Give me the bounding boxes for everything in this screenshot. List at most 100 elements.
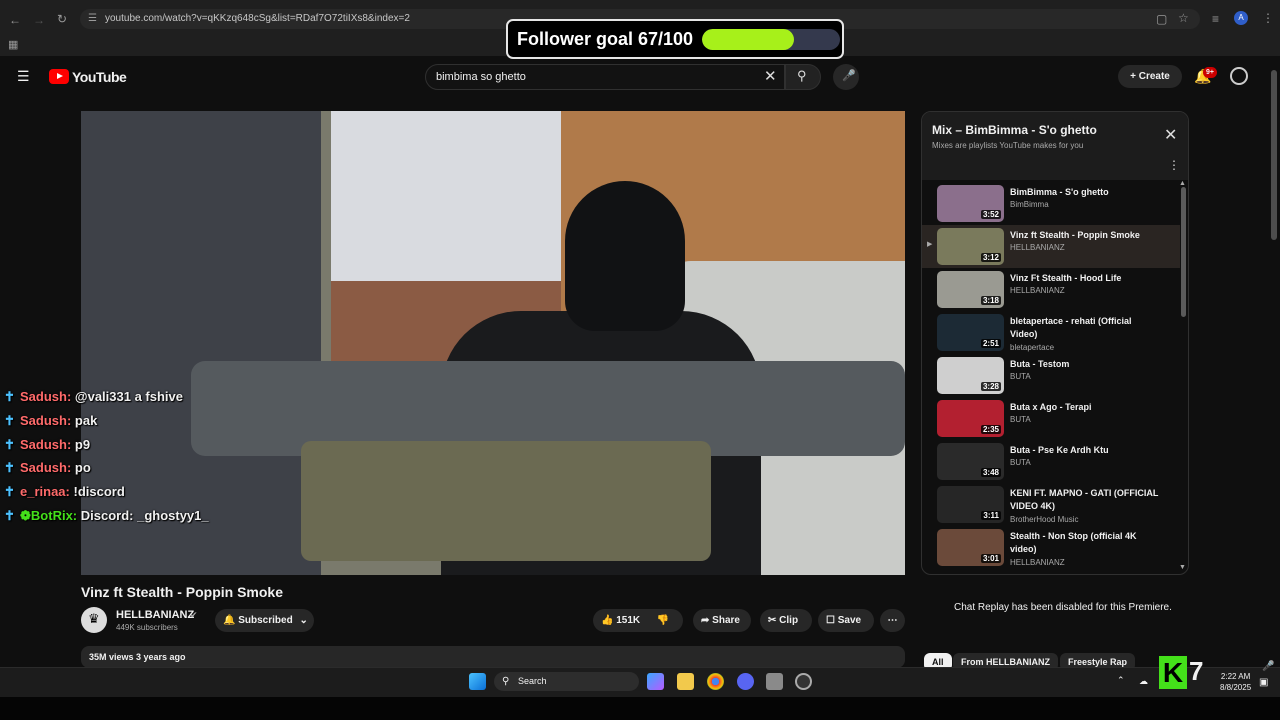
playlist-item-channel: BUTA xyxy=(1010,458,1031,467)
save-label: Save xyxy=(837,615,862,626)
playlist-item[interactable]: 3:28 Buta - Testom BUTA xyxy=(922,354,1180,397)
subscribed-button[interactable]: 🔔 Subscribed ⌄ xyxy=(215,609,314,632)
video-frame-balaclava xyxy=(565,181,685,331)
search-input[interactable]: bimbima so ghetto ✕ xyxy=(425,64,785,90)
search-button[interactable]: ⚲ xyxy=(785,64,821,90)
playlist-item-thumbnail: 3:12 xyxy=(937,228,1004,265)
playlist-item-thumbnail: 3:01 xyxy=(937,529,1004,566)
playlist-item[interactable]: 3:01 Stealth - Non Stop (official 4K vide… xyxy=(922,526,1180,569)
apps-grid-icon[interactable]: ▦ xyxy=(8,38,18,51)
playlist-item[interactable]: 3:48 Buta - Pse Ke Ardh Ktu BUTA xyxy=(922,440,1180,483)
playlist-scrollbar[interactable] xyxy=(1181,187,1186,317)
chat-text: Discord: _ghostyy1_ xyxy=(80,507,209,523)
reload-icon[interactable]: ↻ xyxy=(57,12,67,26)
playlist-item[interactable]: 3:11 KENI FT. MAPNO - GATI (OFFICIAL VIDE… xyxy=(922,483,1180,526)
playlist-item[interactable]: 2:51 bletapertace - rehati (Official Vide… xyxy=(922,311,1180,354)
chat-message: ✝ e_rinaa: !discord xyxy=(4,484,209,508)
views-and-date: 35M views 3 years ago xyxy=(89,652,186,662)
obs-icon[interactable] xyxy=(795,673,812,690)
playlist-item-title: KENI FT. MAPNO - GATI (OFFICIAL VIDEO 4K… xyxy=(1010,488,1159,511)
channel-name[interactable]: HELLBANIANZ xyxy=(116,609,194,621)
taskbar-clock[interactable]: 2:22 AM 8/8/2025 xyxy=(1220,671,1251,693)
clock-time: 2:22 AM xyxy=(1220,672,1251,681)
scroll-down-arrow-icon[interactable]: ▼ xyxy=(1179,564,1186,571)
chat-text: !discord xyxy=(73,484,125,500)
back-icon[interactable]: ← xyxy=(9,13,21,27)
sword-icon: ✝ xyxy=(4,389,15,404)
search-icon: ⚲ xyxy=(502,676,510,687)
voice-search-button[interactable]: 🎤 xyxy=(833,64,859,90)
chat-message: ✝ Sadush: @vali331 a fshive xyxy=(4,389,209,413)
chat-message: ✝ Sadush: pak xyxy=(4,413,209,437)
playlist-subtitle: Mixes are playlists YouTube makes for yo… xyxy=(932,141,1084,150)
playlist-item[interactable]: ▶ 3:12 Vinz ft Stealth - Poppin Smoke HELLB… xyxy=(922,225,1180,268)
sword-icon: ✝ xyxy=(4,460,15,476)
taskbar-search-label: Search xyxy=(518,676,547,686)
windows-start-icon[interactable] xyxy=(469,673,486,690)
more-horizontal-icon: ⋯ xyxy=(887,615,898,626)
search-query: bimbima so ghetto xyxy=(436,71,526,83)
playlist-item-title: Vinz Ft Stealth - Hood Life xyxy=(1010,273,1122,283)
playlist-item-duration: 2:35 xyxy=(980,425,1001,434)
chat-text: pak xyxy=(74,412,98,428)
playlist-item-duration: 3:11 xyxy=(981,511,1001,520)
dislike-button[interactable]: 👎 xyxy=(657,615,669,626)
account-avatar[interactable] xyxy=(1230,67,1248,85)
chrome-icon[interactable] xyxy=(707,673,724,690)
file-explorer-icon[interactable] xyxy=(677,673,694,690)
profile-avatar[interactable]: A xyxy=(1234,11,1248,25)
forward-icon[interactable]: → xyxy=(33,13,45,27)
description-box[interactable]: 35M views 3 years ago xyxy=(81,646,905,668)
create-button[interactable]: + Create xyxy=(1118,65,1182,88)
playlist-item-channel: bletapertace xyxy=(1010,343,1055,352)
like-button[interactable]: 👍 151K xyxy=(601,615,640,626)
menu-kebab-icon[interactable]: ⋮ xyxy=(1262,11,1274,25)
onedrive-cloud-icon[interactable]: ☁ xyxy=(1139,676,1148,687)
youtube-logo-text[interactable]: YouTube xyxy=(72,69,127,85)
share-button[interactable]: ➦ Share xyxy=(693,609,751,632)
hamburger-menu-icon[interactable]: ☰ xyxy=(17,68,31,85)
page-scrollbar[interactable] xyxy=(1271,70,1277,240)
save-button[interactable]: ☐ Save xyxy=(818,609,874,632)
chat-message: ✝ Sadush: p9 xyxy=(4,437,209,461)
extensions-icon[interactable]: ≡ xyxy=(1212,12,1219,26)
playlist-item-duration: 3:48 xyxy=(980,468,1001,477)
discord-icon[interactable] xyxy=(737,673,754,690)
sword-icon: ✝ xyxy=(4,484,15,500)
playlist-item-duration: 3:52 xyxy=(980,210,1001,219)
copilot-icon[interactable] xyxy=(647,673,664,690)
clock-date: 8/8/2025 xyxy=(1220,683,1252,692)
notification-center-icon[interactable]: ▣ xyxy=(1259,677,1268,688)
bookmark-star-icon[interactable]: ☆ xyxy=(1178,11,1189,25)
scroll-up-arrow-icon[interactable]: ▲ xyxy=(1179,180,1186,187)
site-info-icon[interactable]: ☰ xyxy=(88,9,97,29)
taskbar-search-box[interactable]: ⚲ Search xyxy=(494,672,639,691)
cast-icon[interactable]: ▢ xyxy=(1156,12,1167,26)
mic-tray-icon[interactable]: 🎤 xyxy=(1262,661,1274,672)
letterbox-bar xyxy=(0,697,1280,720)
playlist-item[interactable]: 3:18 Vinz Ft Stealth - Hood Life HELLBANIA… xyxy=(922,268,1180,311)
chat-username: e_rinaa: xyxy=(20,484,70,500)
playlist-panel: Mix – BimBimma - S'o ghetto Mixes are pl… xyxy=(921,111,1189,575)
url-text: youtube.com/watch?v=qKKzq648cSg&list=RDa… xyxy=(105,13,410,24)
subscriber-count: 449K subscribers xyxy=(116,623,178,632)
calculator-icon[interactable] xyxy=(766,673,783,690)
youtube-logo-icon[interactable] xyxy=(49,69,69,84)
microphone-icon: 🎤 xyxy=(842,70,856,82)
tray-chevron-up-icon[interactable]: ⌃ xyxy=(1117,675,1125,686)
clear-search-icon[interactable]: ✕ xyxy=(764,65,777,89)
clip-button[interactable]: ✂ Clip xyxy=(760,609,812,632)
playlist-menu-icon[interactable]: ⋮ xyxy=(1168,158,1180,172)
follower-goal-progress-fill xyxy=(702,29,795,50)
thumbs-down-icon: 👎 xyxy=(656,615,670,626)
like-dislike-group: 👍 151K 👎 xyxy=(593,609,683,632)
playlist-item-title: BimBimma - S'o ghetto xyxy=(1010,187,1109,197)
close-icon[interactable]: ✕ xyxy=(1164,125,1177,145)
sword-icon: ✝ xyxy=(4,507,15,523)
chat-username: Sadush: xyxy=(20,389,72,404)
playlist-item[interactable]: 3:52 BimBimma - S'o ghetto BimBimma xyxy=(922,182,1180,225)
playlist-item[interactable]: 2:35 Buta x Ago - Terapi BUTA xyxy=(922,397,1180,440)
more-actions-button[interactable]: ⋯ xyxy=(880,609,905,632)
thumbs-up-icon: 👍 xyxy=(601,615,614,626)
channel-avatar[interactable]: ♛ xyxy=(81,607,107,633)
